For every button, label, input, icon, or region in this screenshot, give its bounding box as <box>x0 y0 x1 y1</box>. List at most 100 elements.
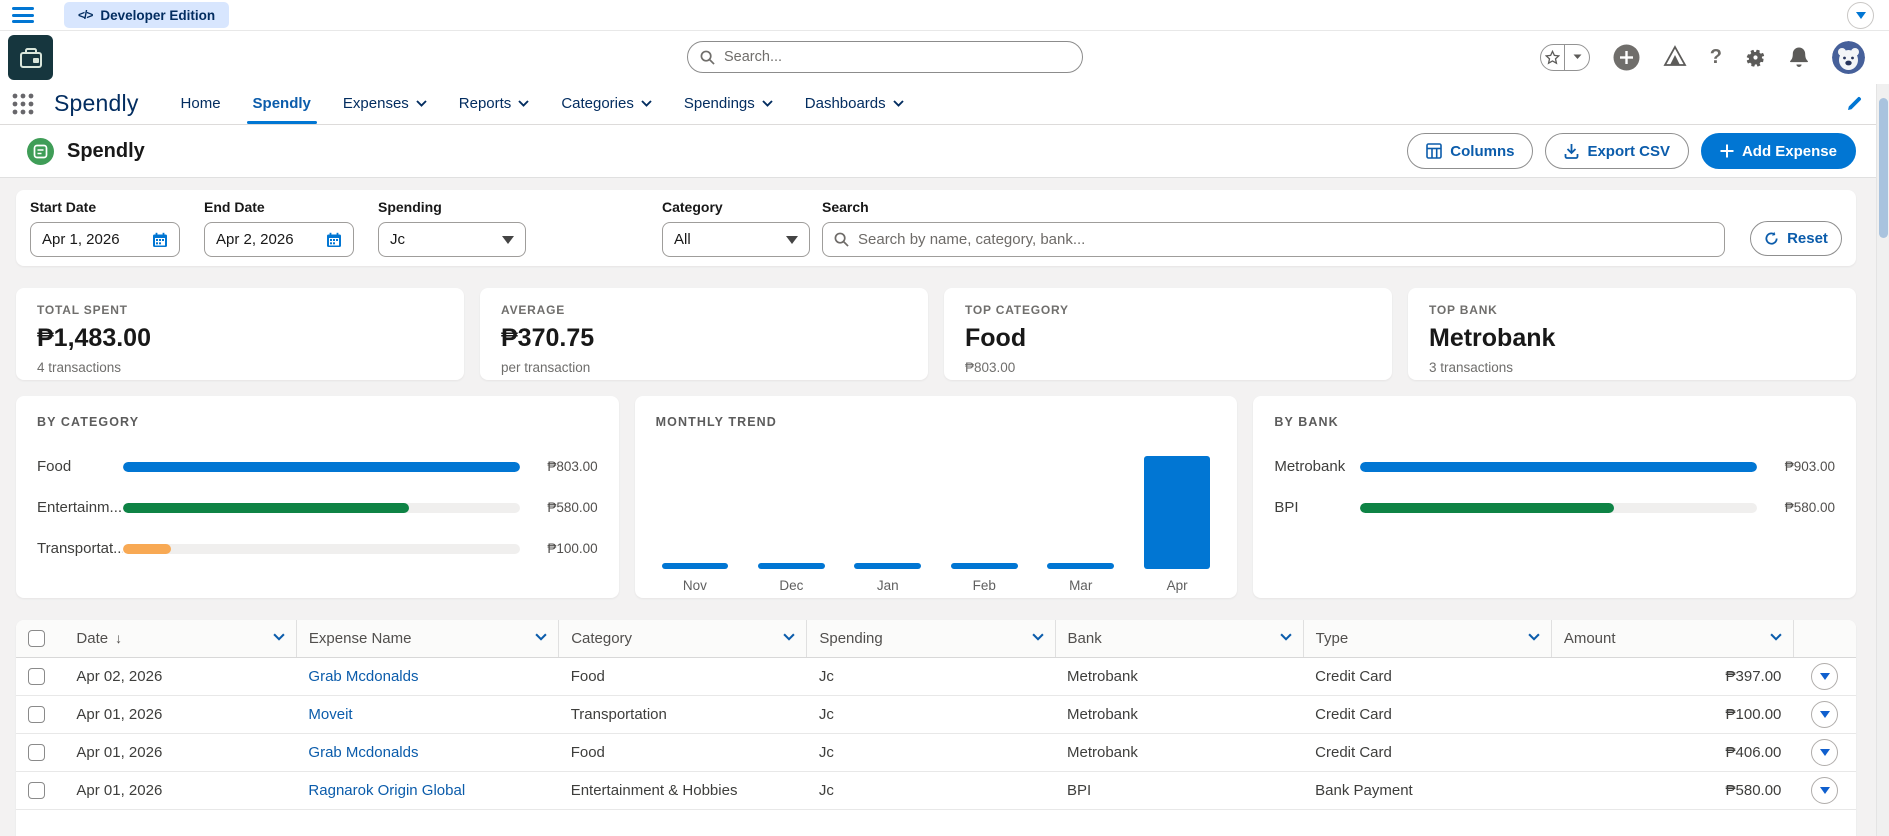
expense-name-link[interactable]: Grab Mcdonalds <box>308 744 418 761</box>
nav-tab-categories[interactable]: Categories <box>559 83 654 124</box>
trend-bar <box>758 563 825 569</box>
start-date-input[interactable] <box>42 231 152 248</box>
column-menu-button[interactable] <box>1031 633 1044 641</box>
calendar-icon[interactable] <box>152 232 168 248</box>
nav-tab-expenses[interactable]: Expenses <box>341 83 429 124</box>
expense-name-link[interactable]: Ragnarok Origin Global <box>308 782 465 799</box>
expense-name-link[interactable]: Grab Mcdonalds <box>308 668 418 685</box>
vertical-scrollbar[interactable] <box>1876 84 1889 836</box>
row-select-cell <box>16 695 65 734</box>
org-logo[interactable] <box>8 35 53 80</box>
chevron-down-icon <box>1280 633 1292 641</box>
reset-filters-button[interactable]: Reset <box>1750 221 1842 256</box>
user-avatar[interactable] <box>1832 40 1865 74</box>
column-header-expense-name[interactable]: Expense Name <box>296 620 560 658</box>
filter-bar: Start Date End Date <box>16 190 1856 266</box>
expense-name-cell: Ragnarok Origin Global <box>296 771 559 810</box>
app-nav-bar: Spendly Home Spendly Expenses Reports Catego… <box>0 83 1889 125</box>
stat-value: Food <box>965 324 1027 352</box>
start-date-input-wrap[interactable] <box>30 222 180 257</box>
columns-button-label: Columns <box>1450 142 1515 160</box>
bar-fill <box>1360 461 1757 472</box>
column-header-bank[interactable]: Bank <box>1055 620 1304 658</box>
add-expense-button[interactable]: Add Expense <box>1700 133 1856 169</box>
nav-tab-spendly[interactable]: Spendly <box>246 83 318 124</box>
row-actions-button[interactable] <box>1811 738 1839 766</box>
category-select-value: All <box>674 231 691 248</box>
select-all-checkbox[interactable] <box>28 629 45 647</box>
column-header-amount[interactable]: Amount <box>1551 620 1794 658</box>
column-menu-button[interactable] <box>535 633 547 641</box>
setup-gear-icon[interactable] <box>1745 47 1766 68</box>
end-date-input-wrap[interactable] <box>204 222 354 257</box>
column-menu-button[interactable] <box>1528 633 1540 641</box>
nav-tab-label: Categories <box>561 95 634 112</box>
nav-tab-reports[interactable]: Reports <box>457 83 532 124</box>
expense-name-link[interactable]: Moveit <box>308 706 352 723</box>
spending-select[interactable]: Jc <box>378 222 526 257</box>
column-header-category[interactable]: Category <box>558 620 808 658</box>
search-icon <box>834 232 849 247</box>
bar-value: ₱580.00 <box>1784 500 1835 515</box>
utility-bar: </> Developer Edition <box>0 0 1889 31</box>
row-checkbox[interactable] <box>28 667 45 685</box>
global-search[interactable] <box>687 41 1083 73</box>
scrollbar-thumb[interactable] <box>1878 98 1888 238</box>
bar-label: Food <box>37 458 72 475</box>
column-header-spending[interactable]: Spending <box>806 620 1056 658</box>
select-caret-icon <box>786 235 798 244</box>
amount-value: ₱580.00 <box>1725 781 1782 799</box>
expenses-table: Date ↓ Expense Name Category Spending Bank Typ… <box>16 620 1856 810</box>
bank-value: Metrobank <box>1067 743 1138 761</box>
star-icon[interactable] <box>1541 45 1565 70</box>
table-row: Apr 01, 2026 Ragnarok Origin Global Entert… <box>16 771 1856 810</box>
developer-edition-badge[interactable]: </> Developer Edition <box>64 2 230 28</box>
bank-cell: Metrobank <box>1055 657 1304 696</box>
category-select[interactable]: All <box>662 222 810 257</box>
row-actions-button[interactable] <box>1811 662 1839 690</box>
category-filter-field: Category All <box>662 199 810 257</box>
columns-button[interactable]: Columns <box>1407 133 1534 169</box>
notifications-bell-icon[interactable] <box>1789 46 1809 68</box>
row-checkbox[interactable] <box>28 781 45 799</box>
nav-tab-spendings[interactable]: Spendings <box>682 83 775 124</box>
chevron-down-icon <box>641 100 652 107</box>
nav-tab-home[interactable]: Home <box>179 83 223 124</box>
global-actions-plus-icon[interactable] <box>1613 44 1640 71</box>
trailhead-guidance-icon[interactable] <box>1663 45 1687 69</box>
edit-nav-pencil-icon[interactable] <box>1846 95 1863 112</box>
category-value: Entertainment & Hobbies <box>570 781 738 799</box>
app-launcher-waffle-icon[interactable] <box>12 93 34 115</box>
global-search-input[interactable] <box>724 49 1070 65</box>
row-checkbox[interactable] <box>28 743 45 761</box>
export-csv-button[interactable]: Export CSV <box>1545 133 1689 169</box>
row-actions-button[interactable] <box>1811 700 1839 728</box>
calendar-icon[interactable] <box>326 232 342 248</box>
help-icon[interactable]: ? <box>1710 46 1722 69</box>
bar-fill <box>123 461 520 472</box>
column-header-type[interactable]: Type <box>1303 620 1552 658</box>
chevron-down-icon <box>762 100 773 107</box>
end-date-input[interactable] <box>216 231 326 248</box>
column-menu-button[interactable] <box>783 633 795 641</box>
favorites-caret[interactable] <box>1564 44 1589 70</box>
nav-tab-dashboards[interactable]: Dashboards <box>803 83 906 124</box>
stat-card: TOP BANK Metrobank 3 transactions <box>1408 288 1856 380</box>
select-all-header-cell <box>16 620 65 658</box>
nav-tab-label: Spendings <box>683 95 755 112</box>
row-actions-button[interactable] <box>1811 776 1839 804</box>
column-menu-button[interactable] <box>273 633 285 641</box>
favorites-button[interactable] <box>1539 43 1590 71</box>
column-header-date[interactable]: Date ↓ <box>64 620 297 658</box>
utility-dropdown-button[interactable] <box>1847 2 1874 29</box>
chevron-down-icon <box>1819 672 1830 680</box>
table-search-input[interactable] <box>858 231 1713 248</box>
trend-bar <box>661 563 729 569</box>
table-search-wrap[interactable] <box>822 222 1725 257</box>
row-checkbox[interactable] <box>28 705 45 723</box>
amount-cell: ₱406.00 <box>1551 733 1794 772</box>
column-menu-button[interactable] <box>1770 633 1782 641</box>
hamburger-menu-icon[interactable] <box>12 7 34 23</box>
by-bank-panel: BY BANK Metrobank ₱903.00 BPI ₱580.00 <box>1253 396 1856 598</box>
column-menu-button[interactable] <box>1280 633 1292 641</box>
